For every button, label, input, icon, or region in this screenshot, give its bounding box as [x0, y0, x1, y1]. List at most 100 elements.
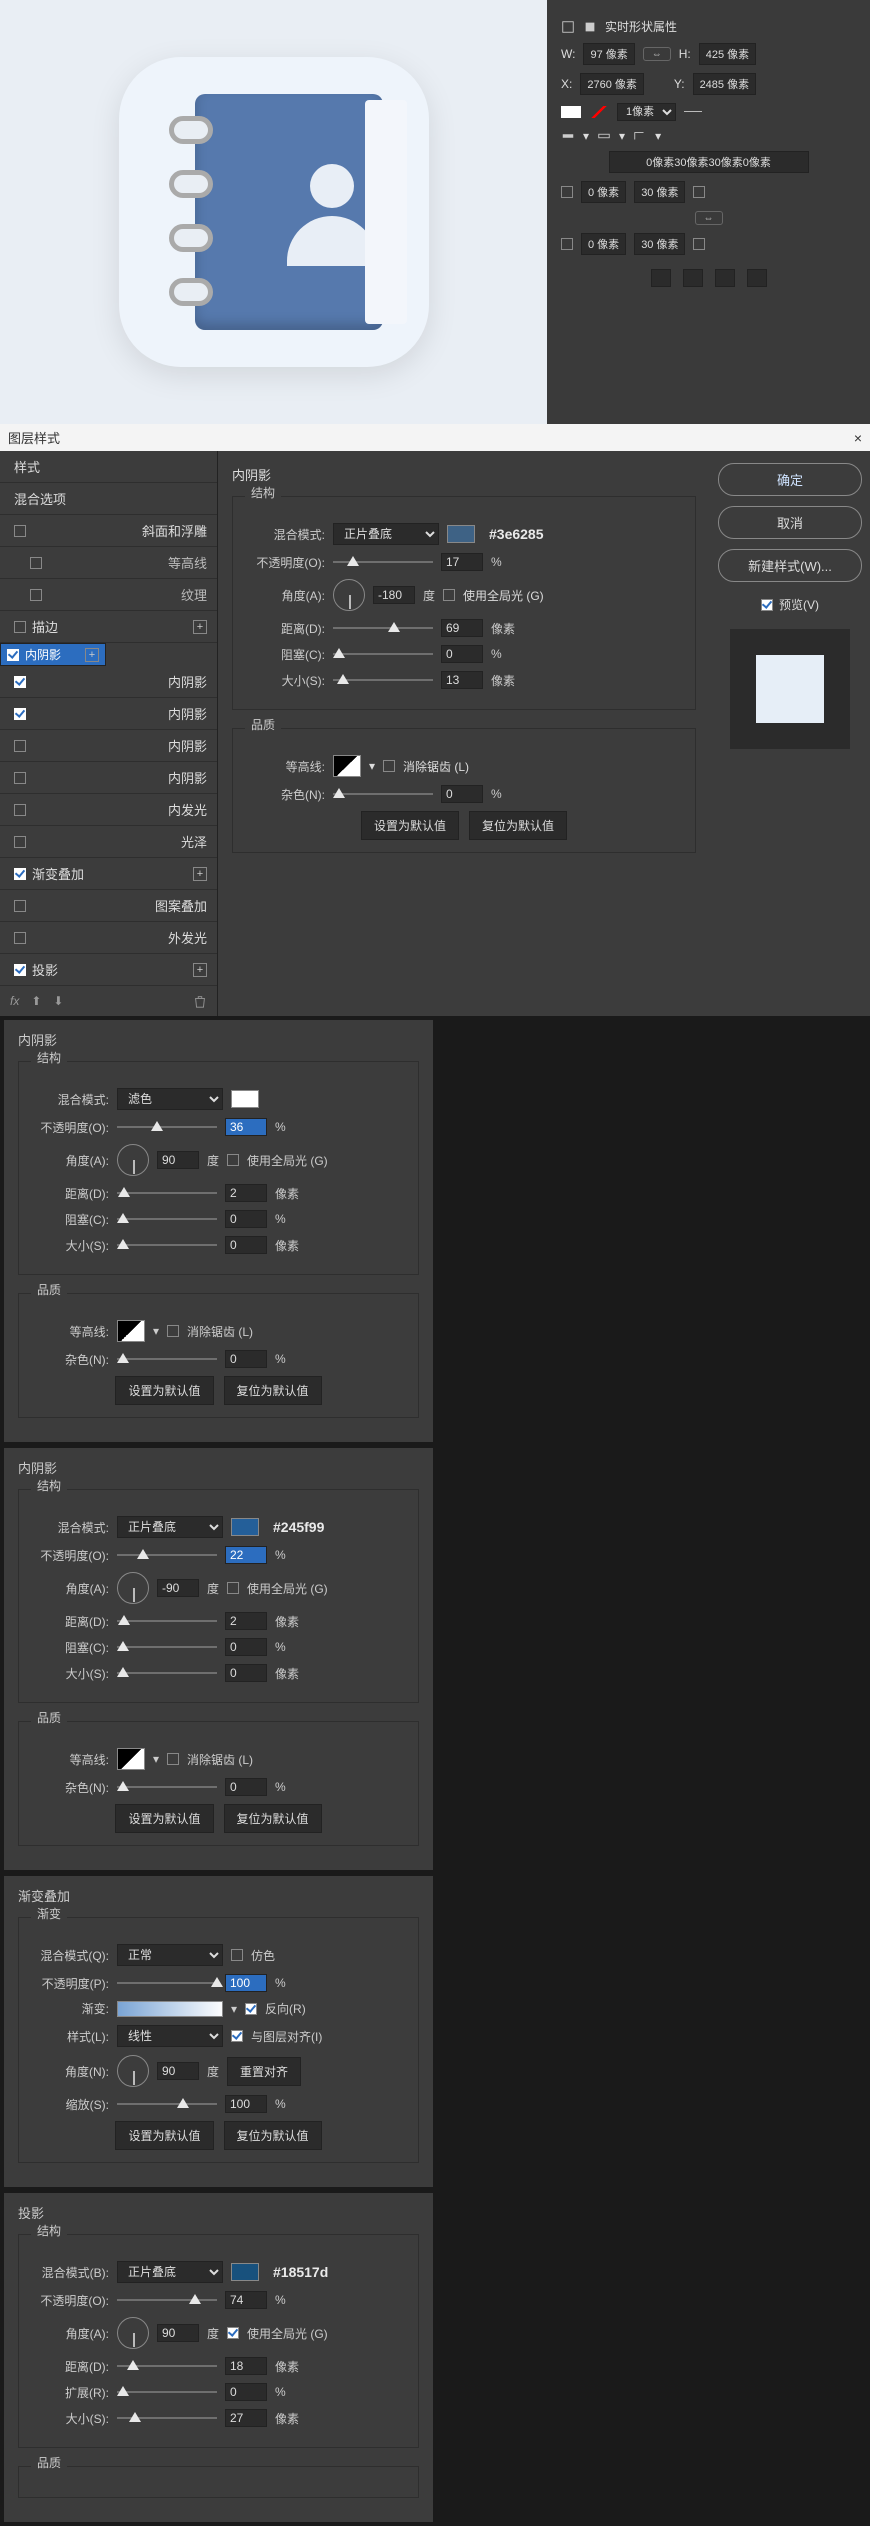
noise-field[interactable]: 0: [225, 1778, 267, 1796]
choke-slider[interactable]: [117, 1213, 217, 1225]
blend-mode-select[interactable]: 正常: [117, 1944, 223, 1966]
reset-default-button[interactable]: 复位为默认值: [224, 2121, 322, 2150]
set-default-button[interactable]: 设置为默认值: [115, 2121, 213, 2150]
angle-dial[interactable]: [117, 1144, 149, 1176]
distance-field[interactable]: 18: [225, 2357, 267, 2375]
pathop-subtract-icon[interactable]: [683, 269, 703, 287]
list-inner-shadow-5[interactable]: 内阴影: [0, 762, 217, 794]
color-swatch[interactable]: [231, 1090, 259, 1108]
opacity-slider[interactable]: [117, 1549, 217, 1561]
reset-default-button[interactable]: 复位为默认值: [224, 1376, 322, 1405]
set-default-button[interactable]: 设置为默认值: [115, 1376, 213, 1405]
y-field[interactable]: 2485 像素: [693, 73, 757, 95]
angle-field[interactable]: -90: [157, 1579, 199, 1597]
global-light-checkbox[interactable]: [443, 589, 455, 601]
opacity-slider[interactable]: [117, 1977, 217, 1989]
trash-icon[interactable]: [193, 994, 207, 1008]
size-field[interactable]: 13: [441, 671, 483, 689]
gradient-picker[interactable]: [117, 2001, 223, 2017]
blend-mode-select[interactable]: 正片叠底: [117, 1516, 223, 1538]
corner-tl-field[interactable]: 0 像素: [581, 181, 626, 203]
add-gradoverlay-button[interactable]: +: [193, 867, 207, 881]
opacity-field[interactable]: 36: [225, 1118, 267, 1136]
contour-picker[interactable]: [333, 755, 361, 777]
choke-field[interactable]: 0: [225, 1638, 267, 1656]
contour-picker[interactable]: [117, 1748, 145, 1770]
opacity-slider[interactable]: [117, 1121, 217, 1133]
antialias-checkbox[interactable]: [167, 1753, 179, 1765]
corner-tl-check[interactable]: [561, 186, 573, 198]
list-contour[interactable]: 等高线: [0, 547, 217, 579]
choke-slider[interactable]: [117, 1641, 217, 1653]
align-checkbox[interactable]: [231, 2030, 243, 2042]
set-default-button[interactable]: 设置为默认值: [361, 811, 459, 840]
angle-field[interactable]: -180: [373, 586, 415, 604]
pathop-exclude-icon[interactable]: [747, 269, 767, 287]
add-stroke-button[interactable]: +: [193, 620, 207, 634]
size-slider[interactable]: [117, 1667, 217, 1679]
angle-field[interactable]: 90: [157, 1151, 199, 1169]
add-dropshadow-button[interactable]: +: [193, 963, 207, 977]
close-icon[interactable]: ×: [854, 430, 862, 446]
global-light-checkbox[interactable]: [227, 1582, 239, 1594]
list-inner-shadow-2[interactable]: 内阴影: [0, 666, 217, 698]
down-arrow-icon[interactable]: ⬇: [53, 994, 63, 1008]
fill-swatch[interactable]: [561, 106, 581, 118]
opacity-slider[interactable]: [333, 556, 433, 568]
list-inner-shadow-1[interactable]: 内阴影+: [0, 643, 106, 666]
cancel-button[interactable]: 取消: [718, 506, 862, 539]
angle-dial[interactable]: [117, 2055, 149, 2087]
noise-field[interactable]: 0: [225, 1350, 267, 1368]
noise-slider[interactable]: [117, 1781, 217, 1793]
global-light-checkbox[interactable]: [227, 1154, 239, 1166]
angle-dial[interactable]: [117, 2317, 149, 2349]
distance-slider[interactable]: [333, 622, 433, 634]
distance-field[interactable]: 69: [441, 619, 483, 637]
size-slider[interactable]: [117, 1239, 217, 1251]
new-style-button[interactable]: 新建样式(W)...: [718, 549, 862, 582]
fx-icon[interactable]: fx: [10, 994, 19, 1008]
size-field[interactable]: 0: [225, 1664, 267, 1682]
noise-slider[interactable]: [117, 1353, 217, 1365]
corner-br-field[interactable]: 30 像素: [634, 233, 685, 255]
color-swatch[interactable]: [447, 525, 475, 543]
set-default-button[interactable]: 设置为默认值: [115, 1804, 213, 1833]
list-outer-glow[interactable]: 外发光: [0, 922, 217, 954]
dither-checkbox[interactable]: [231, 1949, 243, 1961]
opacity-field[interactable]: 17: [441, 553, 483, 571]
list-gradient-overlay[interactable]: 渐变叠加+: [0, 858, 217, 890]
list-pattern-overlay[interactable]: 图案叠加: [0, 890, 217, 922]
link-wh-button[interactable]: ⇔: [643, 47, 671, 61]
opacity-field[interactable]: 100: [225, 1974, 267, 1992]
corner-bl-check[interactable]: [561, 238, 573, 250]
color-swatch[interactable]: [231, 2263, 259, 2281]
corner-tr-check[interactable]: [693, 186, 705, 198]
list-stroke[interactable]: 描边+: [0, 611, 217, 643]
reset-align-button[interactable]: 重置对齐: [227, 2057, 301, 2086]
cap-icon[interactable]: [597, 129, 611, 143]
align-stroke-icon[interactable]: [561, 129, 575, 143]
pathop-unite-icon[interactable]: [651, 269, 671, 287]
list-bevel[interactable]: 斜面和浮雕: [0, 515, 217, 547]
corner-tr-field[interactable]: 30 像素: [634, 181, 685, 203]
reverse-checkbox[interactable]: [245, 2003, 257, 2015]
stroke-dash-preview[interactable]: [684, 111, 702, 113]
list-blend-options[interactable]: 混合选项: [0, 483, 217, 515]
list-texture[interactable]: 纹理: [0, 579, 217, 611]
reset-default-button[interactable]: 复位为默认值: [224, 1804, 322, 1833]
add-innershadow-button[interactable]: +: [85, 648, 99, 662]
up-arrow-icon[interactable]: ⬆: [31, 994, 41, 1008]
opacity-field[interactable]: 74: [225, 2291, 267, 2309]
distance-slider[interactable]: [117, 1187, 217, 1199]
join-icon[interactable]: [633, 129, 647, 143]
h-field[interactable]: 425 像素: [699, 43, 756, 65]
corner-bl-field[interactable]: 0 像素: [581, 233, 626, 255]
scale-field[interactable]: 100: [225, 2095, 267, 2113]
size-field[interactable]: 27: [225, 2409, 267, 2427]
distance-slider[interactable]: [117, 2360, 217, 2372]
choke-field[interactable]: 0: [225, 1210, 267, 1228]
size-slider[interactable]: [333, 674, 433, 686]
blend-mode-select[interactable]: 正片叠底: [333, 523, 439, 545]
corner-br-check[interactable]: [693, 238, 705, 250]
gradient-style-select[interactable]: 线性: [117, 2025, 223, 2047]
